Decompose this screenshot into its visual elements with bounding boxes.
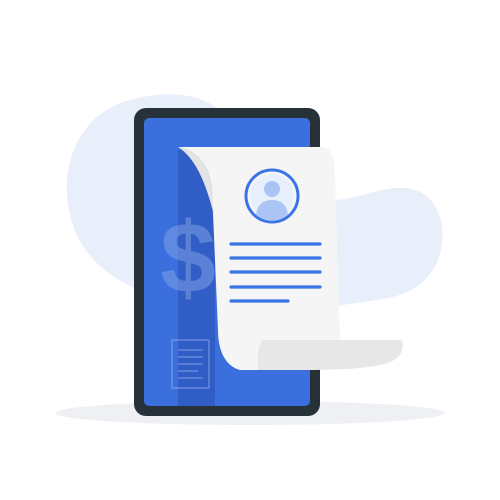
user-avatar-icon: [244, 168, 300, 224]
receipt-curl: [250, 340, 403, 370]
illustration-stage: $: [0, 0, 500, 500]
dollar-sign-icon: $: [160, 202, 216, 314]
mobile-receipt-illustration: $: [55, 94, 445, 425]
